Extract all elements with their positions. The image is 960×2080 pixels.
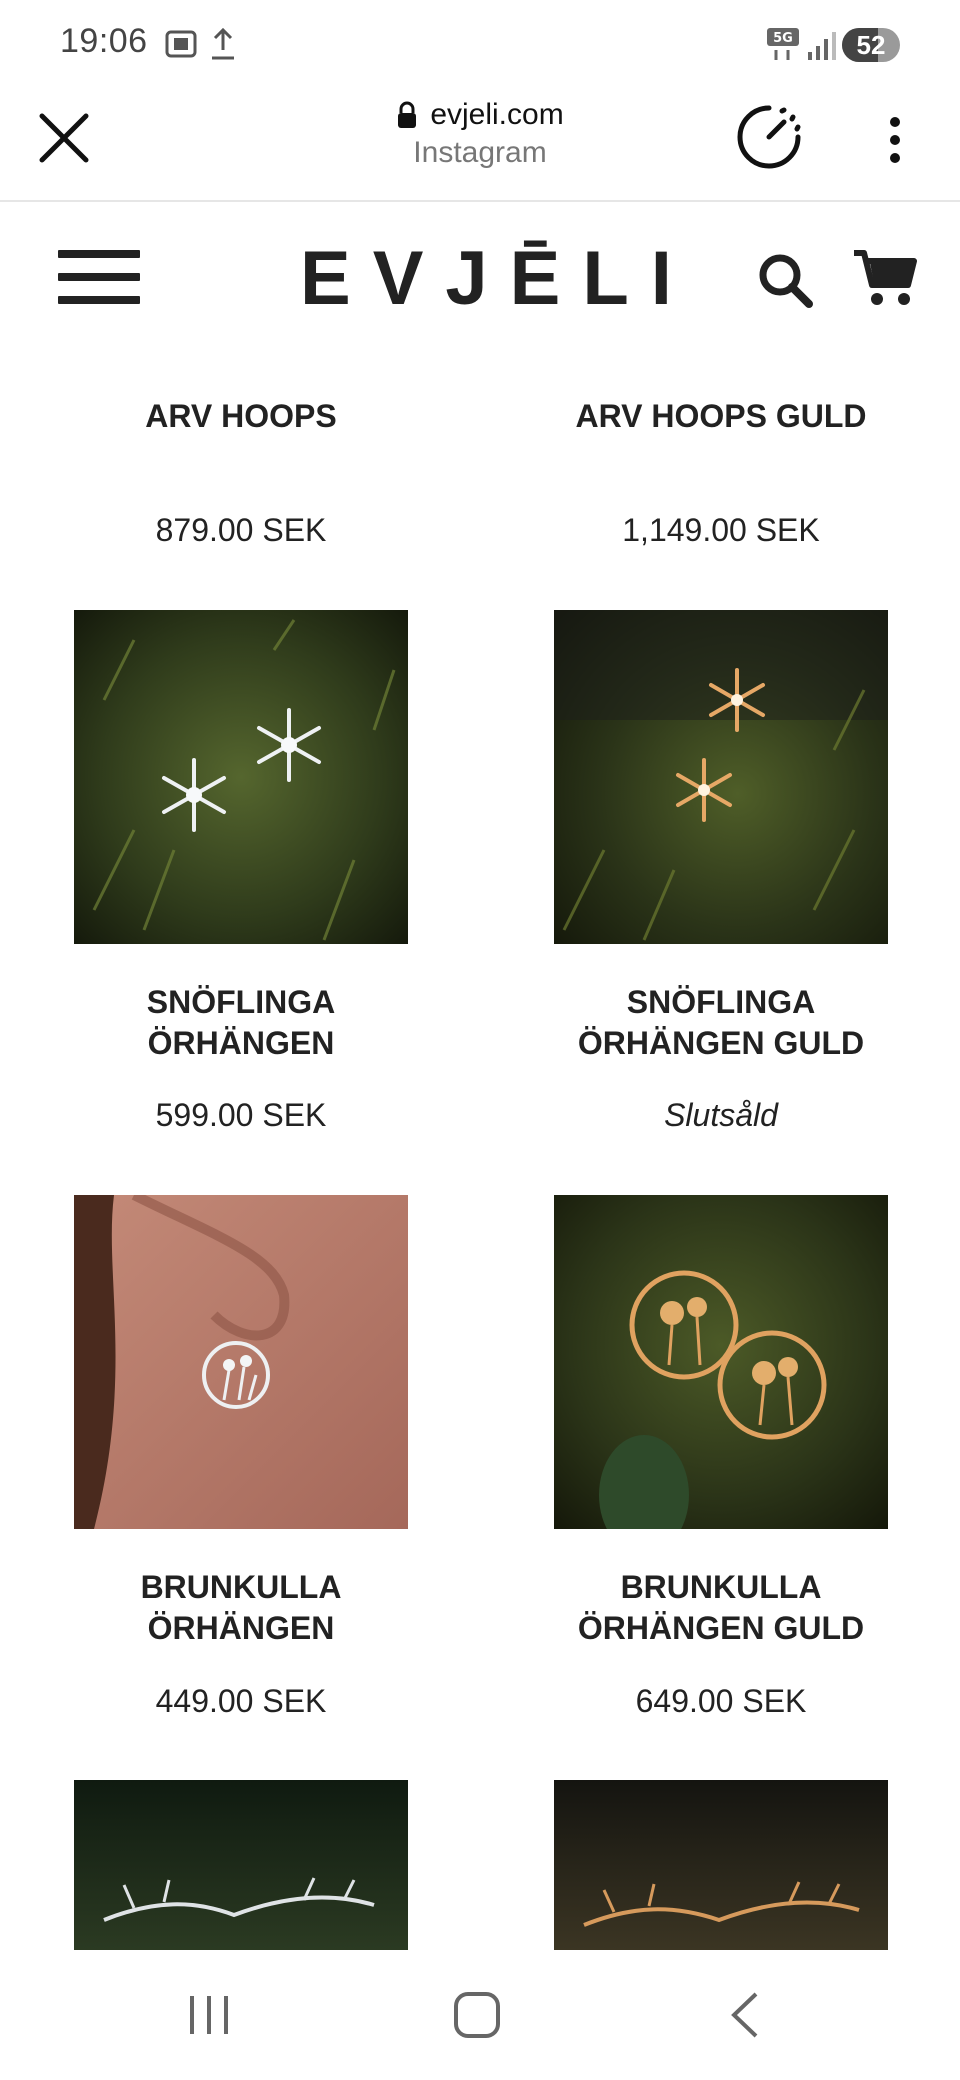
product-image-brunkulla-silver[interactable]	[74, 1195, 408, 1529]
product-image-brunkulla-gold[interactable]	[554, 1195, 888, 1529]
search-icon[interactable]	[755, 250, 815, 310]
site-header: EVJĒLI	[0, 205, 960, 355]
product-card[interactable]: ARV HOOPS	[74, 396, 408, 437]
price-label: 1,149.00 SEK	[622, 512, 820, 548]
product-card[interactable]: ARV HOOPS GULD	[554, 396, 888, 437]
product-image-antler-silver[interactable]	[74, 1780, 408, 1950]
sold-out-label: Slutsåld	[664, 1097, 778, 1133]
product-name[interactable]: SNÖFLINGA ÖRHÄNGEN	[74, 982, 408, 1064]
upload-icon	[212, 27, 234, 60]
android-nav-bar	[0, 1950, 960, 2080]
cart-icon[interactable]	[852, 247, 918, 307]
product-price: 599.00 SEK	[74, 1097, 408, 1134]
url-source: Instagram	[413, 136, 547, 169]
product-name[interactable]: BRUNKULLA ÖRHÄNGEN	[74, 1567, 408, 1649]
svg-text:5G: 5G	[773, 31, 793, 46]
product-card[interactable]: BRUNKULLA ÖRHÄNGEN	[74, 1567, 408, 1649]
site-logo[interactable]: EVJĒLI	[300, 235, 672, 322]
url-display[interactable]: evjeli.com Instagram	[280, 98, 680, 170]
product-name[interactable]: SNÖFLINGA ÖRHÄNGEN GULD	[554, 982, 888, 1064]
more-options-icon[interactable]	[880, 110, 910, 170]
product-image-snowflake-gold[interactable]	[554, 610, 888, 944]
url-domain: evjeli.com	[430, 98, 564, 131]
product-name[interactable]: BRUNKULLA ÖRHÄNGEN GULD	[554, 1567, 888, 1649]
price-label: 649.00 SEK	[635, 1683, 807, 1719]
product-image-antler-gold[interactable]	[554, 1780, 888, 1950]
battery-indicator: 52	[842, 28, 900, 62]
signal-icon	[808, 32, 836, 60]
timer-icon[interactable]	[734, 102, 804, 172]
product-card[interactable]: SNÖFLINGA ÖRHÄNGEN GULD	[554, 982, 888, 1064]
recent-apps-icon[interactable]	[186, 1990, 232, 2040]
home-icon[interactable]	[452, 1990, 502, 2040]
status-bar: 19:06 5G 52	[0, 0, 960, 90]
product-name[interactable]: ARV HOOPS GULD	[554, 396, 888, 437]
product-image-snowflake-silver[interactable]	[74, 610, 408, 944]
price-label: 879.00 SEK	[155, 512, 327, 548]
product-price: 449.00 SEK	[74, 1683, 408, 1720]
status-time: 19:06	[60, 22, 148, 60]
back-icon[interactable]	[726, 1990, 766, 2040]
product-price: 879.00 SEK	[74, 512, 408, 549]
lock-icon	[398, 101, 417, 128]
price-label: 449.00 SEK	[155, 1683, 327, 1719]
product-price: 649.00 SEK	[554, 1683, 888, 1720]
network-5g-icon: 5G	[767, 28, 799, 60]
product-name[interactable]: ARV HOOPS	[74, 396, 408, 437]
menu-icon[interactable]	[58, 250, 140, 308]
product-price: 1,149.00 SEK	[554, 512, 888, 549]
battery-level: 52	[856, 30, 886, 60]
close-icon[interactable]	[34, 108, 94, 168]
product-price: Slutsåld	[554, 1097, 888, 1134]
screenshot-icon	[165, 30, 197, 58]
price-label: 599.00 SEK	[155, 1097, 327, 1133]
browser-bar: evjeli.com Instagram	[0, 90, 960, 202]
product-card[interactable]: BRUNKULLA ÖRHÄNGEN GULD	[554, 1567, 888, 1649]
product-card[interactable]: SNÖFLINGA ÖRHÄNGEN	[74, 982, 408, 1064]
